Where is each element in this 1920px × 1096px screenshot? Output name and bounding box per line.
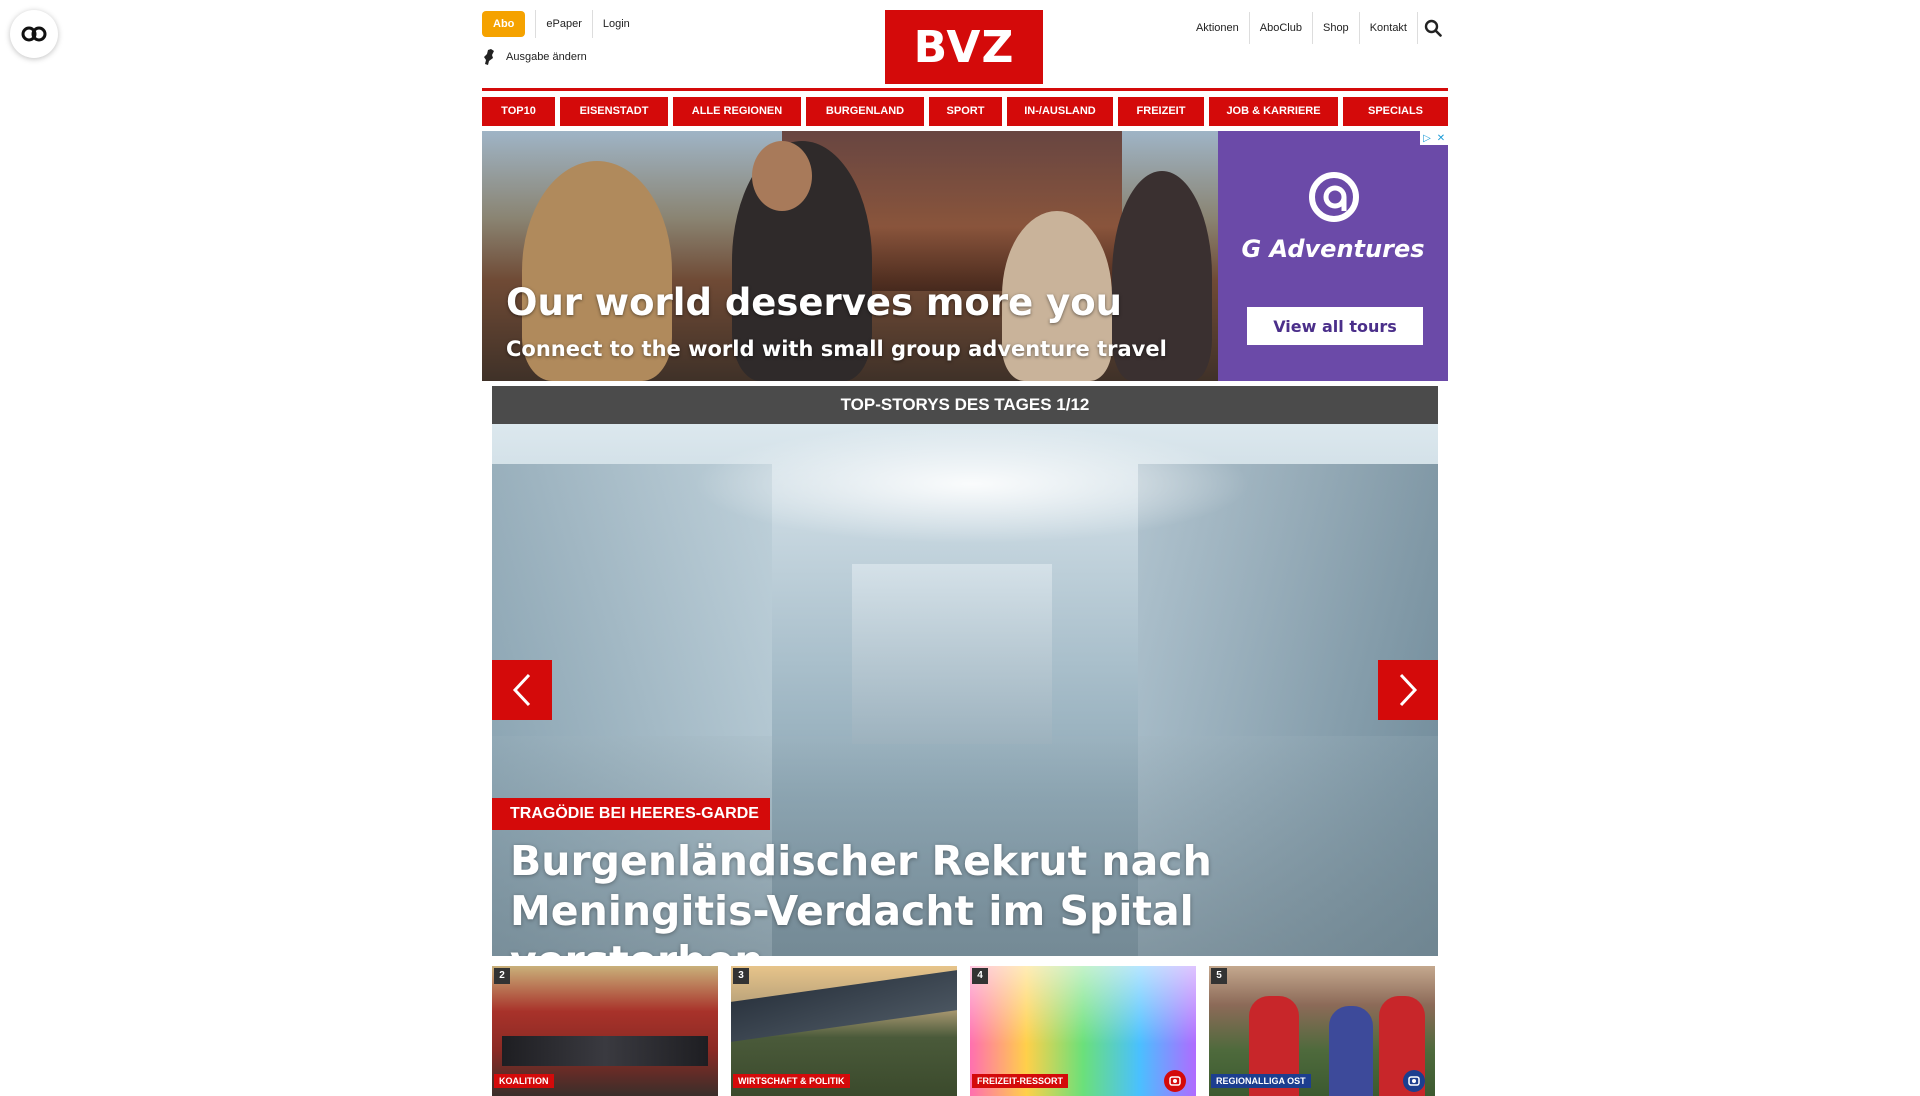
aboclub-link[interactable]: AboClub [1250,12,1313,44]
story-thumb-3[interactable]: 3 WIRTSCHAFT & POLITIK [731,966,957,1096]
g-adventures-logo-icon [1309,172,1359,222]
story-thumbnails: 2 KOALITION 3 WIRTSCHAFT & POLITIK 4 FRE… [492,966,1438,1096]
hero-headline[interactable]: Burgenländischer Rekrut nach Meningitis-… [510,836,1430,956]
thumb-2-people [502,1036,708,1066]
chevron-left-icon [512,673,531,707]
shop-link[interactable]: Shop [1313,12,1360,44]
search-button[interactable] [1418,12,1448,44]
edition-switch[interactable]: Ausgabe ändern [482,48,640,66]
nav-item-burgenland[interactable]: BURGENLAND [806,97,924,126]
ad-close-icon[interactable]: ✕ [1434,131,1448,145]
thumb-tag: WIRTSCHAFT & POLITIK [733,1074,850,1088]
main-nav: TOP10 EISENSTADT ALLE REGIONEN BURGENLAN… [482,97,1448,126]
header-divider [482,88,1448,91]
ad-brand-panel: G Adventures View all tours [1218,131,1448,381]
ad-subline: Connect to the world with small group ad… [506,337,1167,361]
kontakt-link[interactable]: Kontakt [1360,12,1418,44]
site-logo[interactable]: BVZ [885,10,1043,84]
carousel-next-button[interactable] [1378,660,1438,720]
header-left: Abo ePaper Login Ausgabe ändern [482,10,640,66]
edition-label: Ausgabe ändern [506,51,587,63]
ad-banner[interactable]: Our world deserves more you Connect to t… [482,131,1448,381]
thumb-3-solar-panels [731,970,957,1042]
nav-item-specials[interactable]: SPECIALS [1343,97,1448,126]
gallery-icon [1408,1076,1420,1086]
thumb-tag: FREIZEIT-RESSORT [972,1074,1069,1088]
gallery-badge [1164,1070,1186,1092]
story-thumb-5[interactable]: 5 REGIONALLIGA OST [1209,966,1435,1096]
top-links: Abo ePaper Login [482,10,640,38]
ad-info-icon[interactable]: ▷ [1420,131,1434,145]
hero-story[interactable]: TRAGÖDIE BEI HEERES-GARDE Burgenländisch… [492,424,1438,956]
hero-kicker[interactable]: TRAGÖDIE BEI HEERES-GARDE [492,798,770,830]
accessibility-button[interactable] [10,10,58,58]
nav-item-top10[interactable]: TOP10 [482,97,555,126]
ad-headline: Our world deserves more you [506,281,1122,324]
story-thumb-4[interactable]: 4 FREIZEIT-RESSORT [970,966,1196,1096]
top-stories-title: TOP-STORYS DES TAGES 1/12 [492,386,1438,424]
thumb-tag: REGIONALLIGA OST [1211,1074,1311,1088]
site-header: Abo ePaper Login Ausgabe ändern BVZ Akti… [482,0,1448,88]
page: Abo ePaper Login Ausgabe ändern BVZ Akti… [482,0,1448,1096]
ad-photo: Our world deserves more you Connect to t… [482,131,1218,381]
gallery-icon [1169,1076,1181,1086]
nav-item-freizeit[interactable]: FREIZEIT [1118,97,1204,126]
epaper-link[interactable]: ePaper [535,10,591,38]
story-thumb-2[interactable]: 2 KOALITION [492,966,718,1096]
login-link[interactable]: Login [591,10,640,38]
aktionen-link[interactable]: Aktionen [1186,12,1250,44]
ad-choices: ▷ ✕ [1420,131,1448,145]
chevron-right-icon [1399,673,1418,707]
hero-corridor [852,564,1052,744]
gallery-badge [1403,1070,1425,1092]
thumb-5-player-blue [1329,1006,1373,1096]
thumb-number: 4 [972,968,988,984]
edition-map-icon [484,49,494,65]
thumb-tag: KOALITION [494,1074,554,1088]
thumb-number: 5 [1211,968,1227,984]
abo-button[interactable]: Abo [482,11,526,37]
thumb-number: 3 [733,968,749,984]
nav-item-eisenstadt[interactable]: EISENSTADT [560,97,668,126]
nav-item-job-karriere[interactable]: JOB & KARRIERE [1209,97,1338,126]
nav-item-alle-regionen[interactable]: ALLE REGIONEN [673,97,801,126]
header-right: Aktionen AboClub Shop Kontakt [1186,12,1448,44]
nav-item-in-ausland[interactable]: IN-/AUSLAND [1007,97,1113,126]
ad-brand-name: G Adventures [1241,235,1425,263]
hero-ceiling-light [692,424,1252,544]
carousel-prev-button[interactable] [492,660,552,720]
nav-item-sport[interactable]: SPORT [929,97,1002,126]
ad-cta-button[interactable]: View all tours [1247,307,1423,345]
search-icon [1424,19,1442,37]
ad-person-face [752,141,812,211]
accessibility-icon [21,26,47,42]
thumb-number: 2 [494,968,510,984]
top-stories: TOP-STORYS DES TAGES 1/12 TRAGÖDIE BEI H… [492,386,1438,1096]
